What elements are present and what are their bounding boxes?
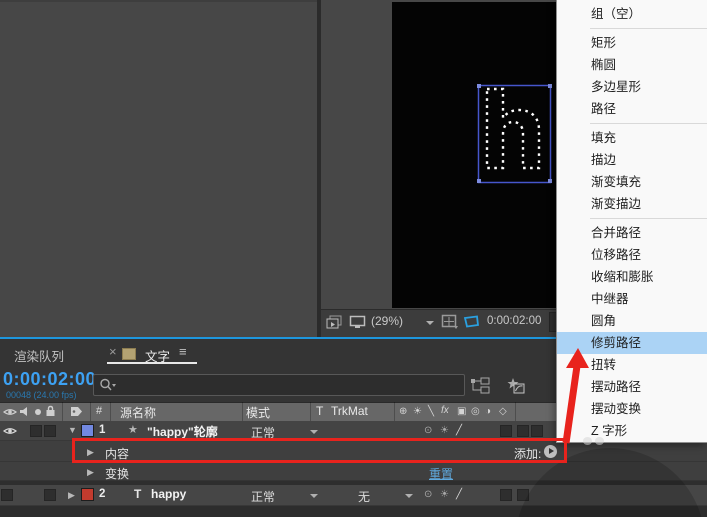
- layer2-trkmat-chevron-icon[interactable]: [405, 494, 413, 498]
- menu-item-pucker-bloat[interactable]: 收缩和膨胀: [557, 266, 707, 288]
- menu-separator: [590, 28, 707, 29]
- close-icon[interactable]: ×: [109, 344, 117, 359]
- monitor-icon[interactable]: [349, 315, 366, 329]
- comp-thumbnail-icon: [122, 348, 136, 360]
- mini-flowchart-icon[interactable]: [470, 377, 490, 394]
- watermark-mark: [595, 437, 604, 445]
- menu-item-gradient-fill[interactable]: 渐变填充: [557, 171, 707, 193]
- text-layer-t-icon: T: [134, 487, 142, 501]
- layer2-mode-chevron-icon[interactable]: [310, 494, 318, 498]
- search-icon[interactable]: [99, 378, 117, 392]
- zoom-chevron-icon[interactable]: [426, 321, 434, 325]
- label-tag-icon: [71, 407, 82, 416]
- frame-info: 00048 (24.00 fps): [6, 390, 77, 400]
- layer1-mode-chevron-icon[interactable]: [310, 430, 318, 434]
- region-of-interest-icon[interactable]: [441, 314, 459, 329]
- graph-editor-icon[interactable]: [503, 375, 525, 394]
- header-fx-icon[interactable]: fx: [441, 405, 449, 416]
- panel-menu-icon[interactable]: ≡: [179, 344, 187, 359]
- layer2-shy-switch[interactable]: ⊙: [424, 489, 432, 500]
- menu-item-rectangle[interactable]: 矩形: [557, 32, 707, 54]
- solo-icon: [35, 409, 41, 415]
- menu-item-zigzag[interactable]: Z 字形: [557, 420, 707, 442]
- menu-item-path[interactable]: 路径: [557, 98, 707, 120]
- layer1-expander-icon[interactable]: ▼: [68, 425, 77, 435]
- active-tab-underline: [107, 362, 197, 364]
- letter-h-dotted-path: [485, 87, 541, 170]
- transform-label[interactable]: 变换: [105, 465, 129, 482]
- layer1-color-swatch[interactable]: [81, 424, 94, 437]
- layer2-index: 2: [99, 488, 106, 500]
- layer2-switch-box[interactable]: [500, 489, 512, 501]
- header-motionblur-icon[interactable]: ◎: [471, 406, 480, 417]
- layer1-solo-box[interactable]: [30, 425, 42, 437]
- layer1-lock-box[interactable]: [44, 425, 56, 437]
- header-quality-icon[interactable]: ╲: [428, 406, 434, 417]
- menu-item-ellipse[interactable]: 椭圆: [557, 54, 707, 76]
- layer1-switch-box[interactable]: [531, 425, 543, 437]
- menu-item-fill[interactable]: 填充: [557, 127, 707, 149]
- header-frameblend-icon[interactable]: ▣: [457, 406, 466, 417]
- timeline-timecode[interactable]: 0:00:02:00: [3, 369, 96, 390]
- layer2-quality-switch[interactable]: ╱: [456, 489, 462, 500]
- layer1-switch-box[interactable]: [517, 425, 529, 437]
- header-source-name[interactable]: 源名称: [120, 404, 156, 421]
- audio-speaker-icon: [20, 407, 27, 416]
- shape-layer-star-icon: ★: [128, 424, 138, 436]
- menu-item-group-empty[interactable]: 组（空）: [557, 3, 707, 25]
- after-effects-window: (29%) 0:00:02:00 渲染队列 × 文字 ≡ 0:00:02:00 …: [0, 0, 707, 517]
- header-adjustment-icon[interactable]: ◑: [485, 406, 491, 417]
- video-eye-icon: [3, 409, 17, 415]
- menu-item-round-corners[interactable]: 圆角: [557, 310, 707, 332]
- always-preview-icon[interactable]: [326, 315, 342, 329]
- menu-item-merge-paths[interactable]: 合并路径: [557, 222, 707, 244]
- project-panel: [0, 0, 317, 337]
- menu-item-offset-paths[interactable]: 位移路径: [557, 244, 707, 266]
- layer2-video-box[interactable]: [1, 489, 13, 501]
- header-trkmat[interactable]: TrkMat: [331, 404, 368, 418]
- tab-render-queue[interactable]: 渲染队列: [14, 346, 64, 365]
- header-t: T: [316, 404, 324, 418]
- header-3d-icon[interactable]: ◇: [499, 406, 507, 417]
- menu-item-polystar[interactable]: 多边星形: [557, 76, 707, 98]
- lock-icon: [46, 405, 55, 416]
- search-input[interactable]: [93, 374, 465, 396]
- zoom-level[interactable]: (29%): [371, 314, 403, 328]
- menu-item-stroke[interactable]: 描边: [557, 149, 707, 171]
- menu-item-repeater[interactable]: 中继器: [557, 288, 707, 310]
- layer2-expander-icon[interactable]: ▶: [68, 490, 75, 501]
- layer1-eye-icon[interactable]: [3, 426, 17, 436]
- transform-expander-icon[interactable]: ▶: [87, 467, 94, 478]
- layer1-switch-box[interactable]: [500, 425, 512, 437]
- menu-separator: [590, 123, 707, 124]
- header-shy-icon[interactable]: ⊕: [399, 406, 407, 417]
- layer2-lock-box[interactable]: [44, 489, 56, 501]
- layer2-collapse-switch[interactable]: ☀: [440, 489, 449, 500]
- header-mode[interactable]: 模式: [246, 404, 270, 421]
- header-index: #: [96, 405, 103, 417]
- menu-separator: [590, 218, 707, 219]
- menu-item-twist[interactable]: 扭转: [557, 354, 707, 376]
- menu-item-trim-paths[interactable]: 修剪路径: [557, 332, 707, 354]
- layer1-index: 1: [99, 424, 106, 436]
- reset-link[interactable]: 重置: [429, 465, 453, 482]
- layer2-color-swatch[interactable]: [81, 488, 94, 501]
- text-outline-selection[interactable]: [477, 84, 553, 185]
- layer1-quality-switch[interactable]: ╱: [456, 425, 462, 436]
- menu-item-wiggle-transform[interactable]: 摆动变换: [557, 398, 707, 420]
- header-collapse-icon[interactable]: ☀: [413, 406, 422, 417]
- layer2-name[interactable]: happy: [151, 487, 186, 501]
- comp-timecode[interactable]: 0:00:02:00: [487, 315, 541, 327]
- layer2-blend-mode[interactable]: 正常: [251, 488, 275, 505]
- menu-item-wiggle-paths[interactable]: 摆动路径: [557, 376, 707, 398]
- layer1-shy-switch[interactable]: ⊙: [424, 425, 432, 436]
- watermark-mark: [583, 437, 592, 445]
- roi-lasso-icon[interactable]: [462, 314, 480, 329]
- layer1-collapse-switch[interactable]: ☀: [440, 425, 449, 436]
- annotation-highlight-rect: [72, 438, 567, 463]
- layer2-trkmat[interactable]: 无: [358, 488, 370, 505]
- shape-add-context-menu: 组（空） 矩形 椭圆 多边星形 路径 填充 描边 渐变填充 渐变描边 合并路径 …: [556, 0, 707, 443]
- menu-item-gradient-stroke[interactable]: 渐变描边: [557, 193, 707, 215]
